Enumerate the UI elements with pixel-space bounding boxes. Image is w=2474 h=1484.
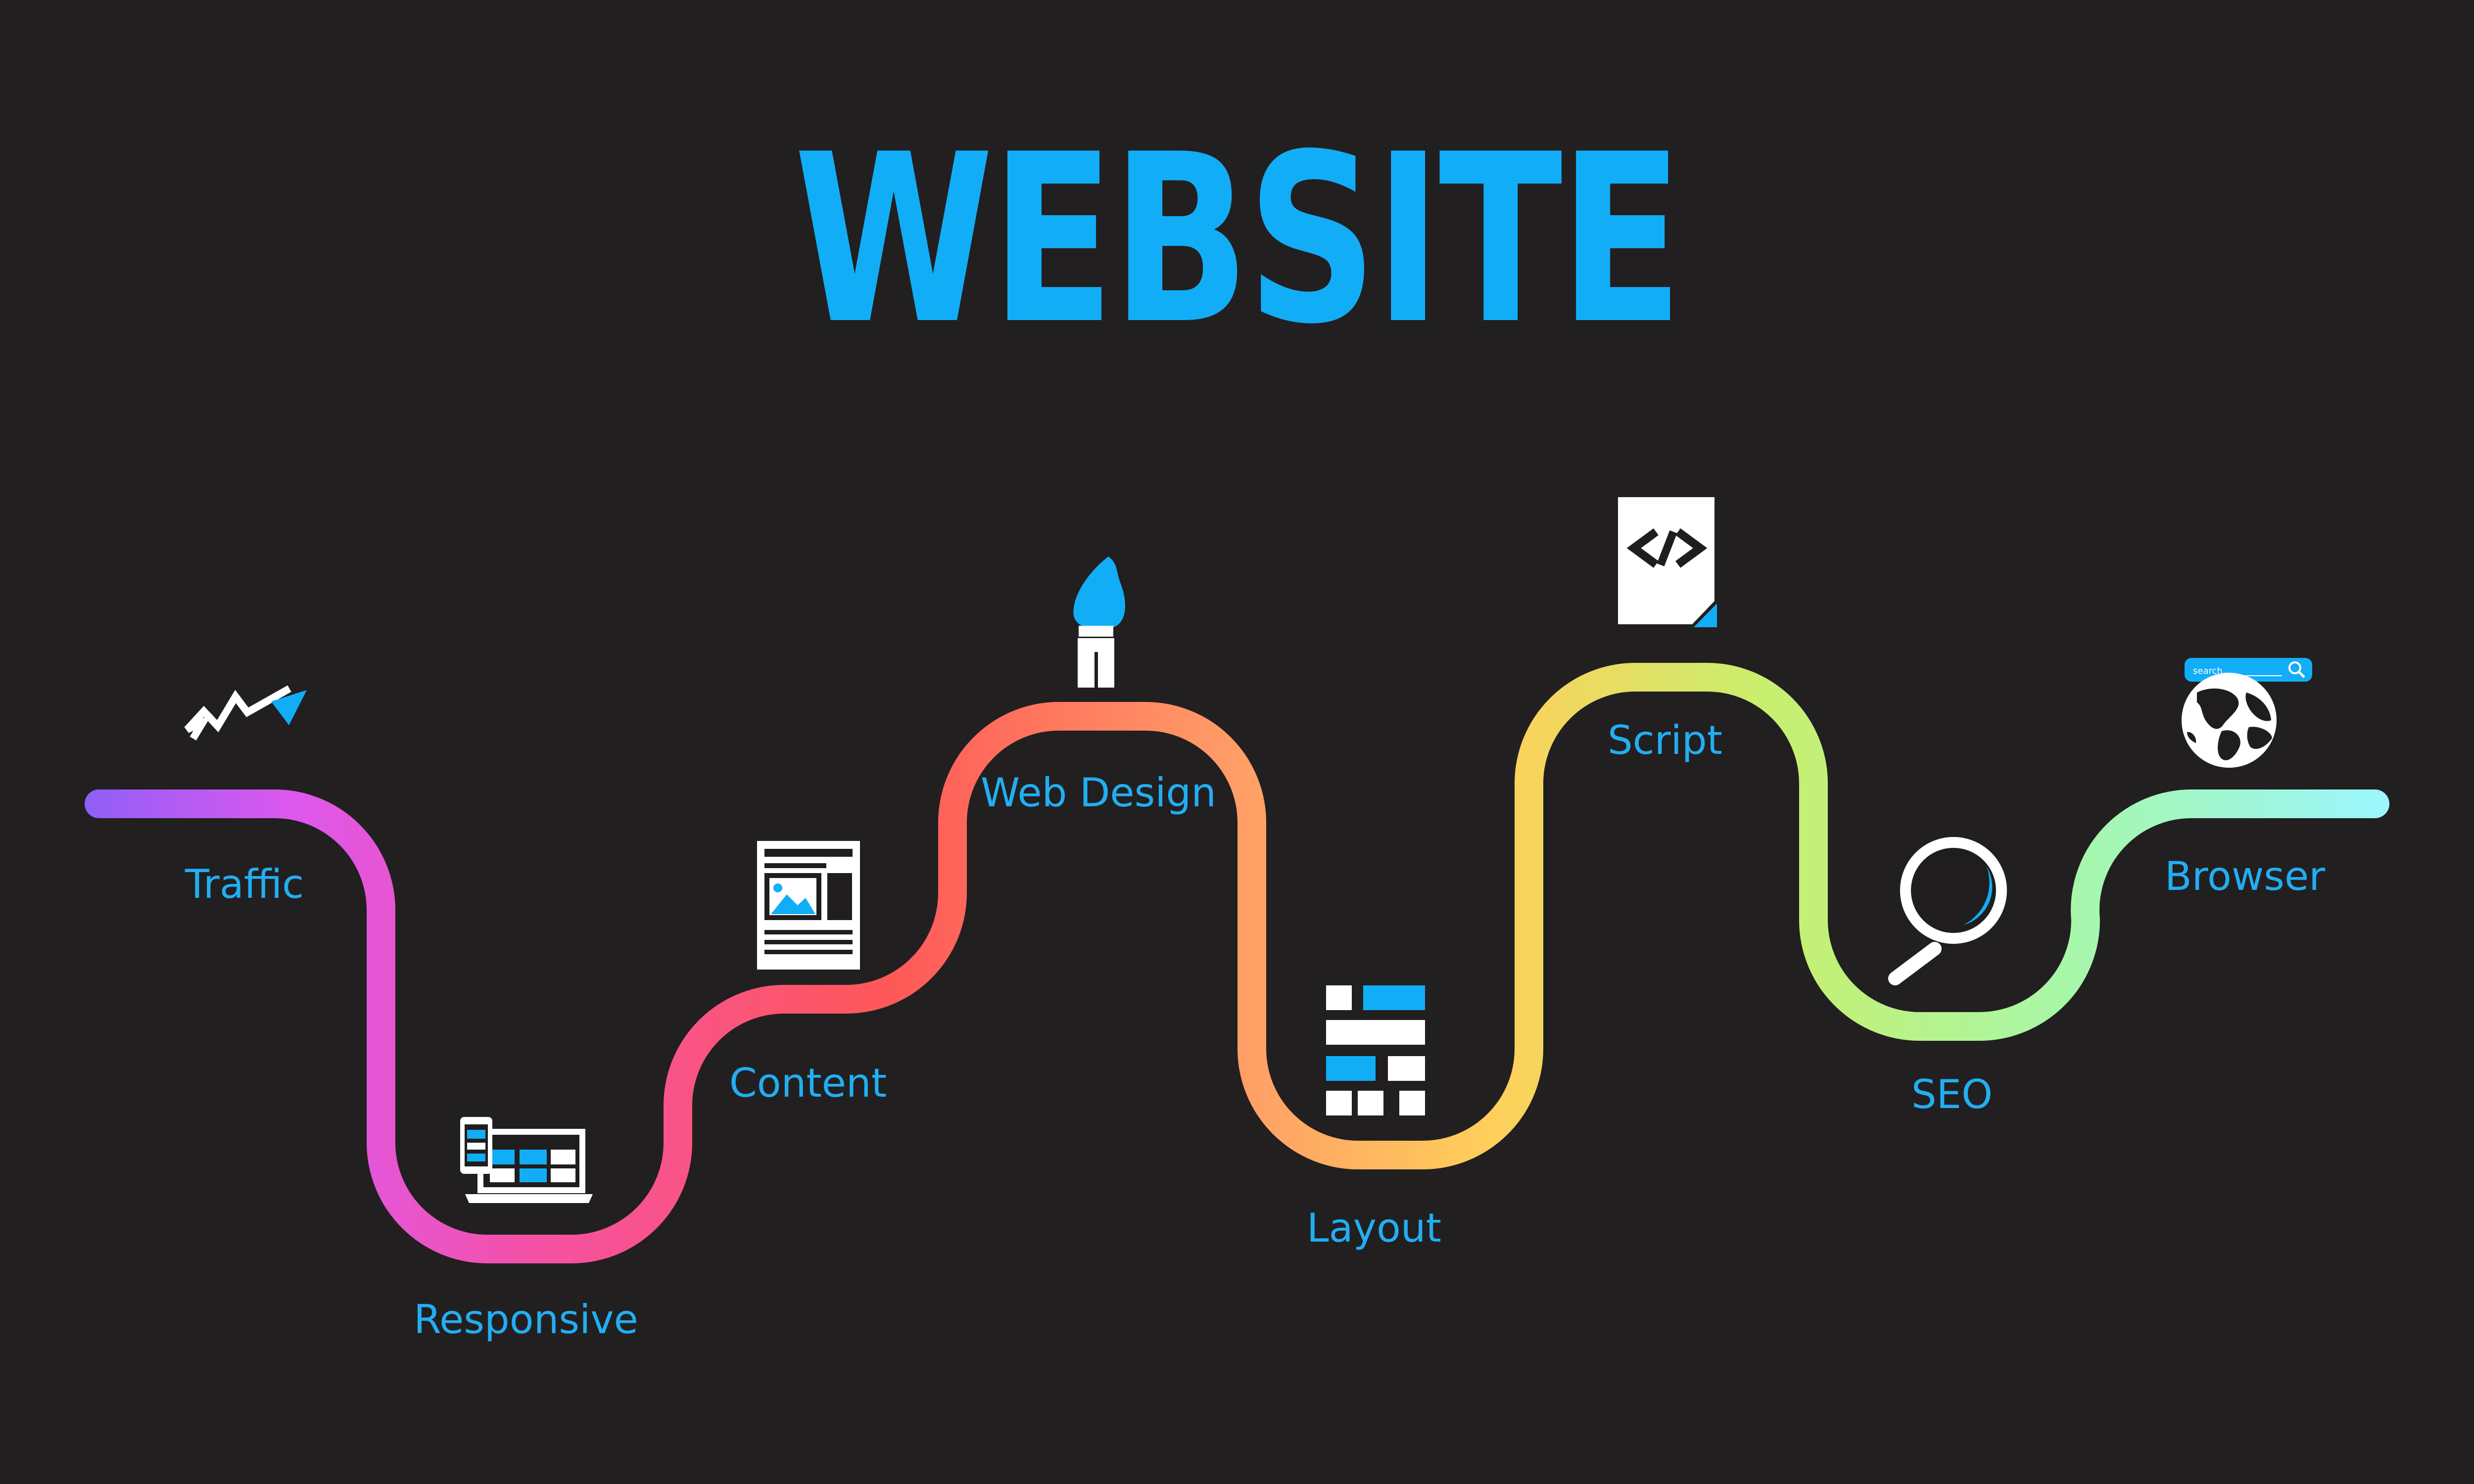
trend-arrow-icon bbox=[184, 685, 307, 741]
step-label-seo: SEO bbox=[1911, 1071, 1993, 1117]
website-diagram: search... WEBSITE Traffic Responsive Con… bbox=[0, 0, 2474, 1484]
devices-icon bbox=[460, 1117, 593, 1203]
code-file-icon bbox=[1618, 497, 1717, 627]
step-label-browser: Browser bbox=[2164, 853, 2326, 899]
magnifier-icon bbox=[1888, 837, 2007, 985]
article-icon bbox=[757, 841, 860, 970]
step-label-responsive: Responsive bbox=[414, 1297, 638, 1343]
step-label-content: Content bbox=[729, 1060, 887, 1106]
road-path bbox=[85, 663, 2389, 1263]
globe-search-icon: search... bbox=[2182, 658, 2312, 768]
step-label-web-design: Web Design bbox=[980, 770, 1217, 816]
page-title: WEBSITE bbox=[794, 104, 1683, 375]
paintbrush-icon bbox=[1073, 556, 1125, 688]
step-label-traffic: Traffic bbox=[185, 861, 304, 907]
step-label-layout: Layout bbox=[1307, 1205, 1441, 1251]
step-label-script: Script bbox=[1607, 717, 1723, 763]
layout-grid-icon bbox=[1326, 985, 1425, 1115]
